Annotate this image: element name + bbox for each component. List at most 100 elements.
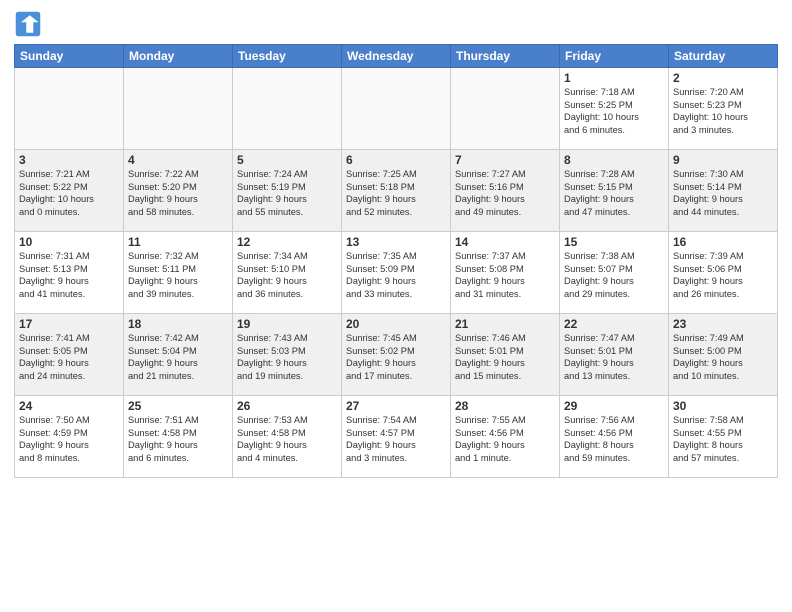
day-info: Sunrise: 7:30 AM Sunset: 5:14 PM Dayligh… [673,168,773,218]
calendar-cell: 11Sunrise: 7:32 AM Sunset: 5:11 PM Dayli… [124,232,233,314]
calendar-cell: 16Sunrise: 7:39 AM Sunset: 5:06 PM Dayli… [669,232,778,314]
calendar-cell: 13Sunrise: 7:35 AM Sunset: 5:09 PM Dayli… [342,232,451,314]
day-number: 17 [19,317,119,331]
day-info: Sunrise: 7:54 AM Sunset: 4:57 PM Dayligh… [346,414,446,464]
calendar-cell: 21Sunrise: 7:46 AM Sunset: 5:01 PM Dayli… [451,314,560,396]
weekday-header: Friday [560,45,669,68]
day-info: Sunrise: 7:45 AM Sunset: 5:02 PM Dayligh… [346,332,446,382]
day-number: 12 [237,235,337,249]
calendar-cell: 10Sunrise: 7:31 AM Sunset: 5:13 PM Dayli… [15,232,124,314]
day-number: 5 [237,153,337,167]
day-number: 21 [455,317,555,331]
calendar-week-row: 10Sunrise: 7:31 AM Sunset: 5:13 PM Dayli… [15,232,778,314]
day-number: 18 [128,317,228,331]
day-number: 9 [673,153,773,167]
calendar-cell: 2Sunrise: 7:20 AM Sunset: 5:23 PM Daylig… [669,68,778,150]
day-number: 6 [346,153,446,167]
calendar-cell: 26Sunrise: 7:53 AM Sunset: 4:58 PM Dayli… [233,396,342,478]
day-info: Sunrise: 7:31 AM Sunset: 5:13 PM Dayligh… [19,250,119,300]
day-number: 29 [564,399,664,413]
logo-icon [14,10,42,38]
day-number: 4 [128,153,228,167]
day-info: Sunrise: 7:22 AM Sunset: 5:20 PM Dayligh… [128,168,228,218]
day-info: Sunrise: 7:27 AM Sunset: 5:16 PM Dayligh… [455,168,555,218]
calendar-cell: 23Sunrise: 7:49 AM Sunset: 5:00 PM Dayli… [669,314,778,396]
calendar-cell: 9Sunrise: 7:30 AM Sunset: 5:14 PM Daylig… [669,150,778,232]
weekday-header: Tuesday [233,45,342,68]
calendar-cell: 15Sunrise: 7:38 AM Sunset: 5:07 PM Dayli… [560,232,669,314]
calendar-cell: 7Sunrise: 7:27 AM Sunset: 5:16 PM Daylig… [451,150,560,232]
day-number: 7 [455,153,555,167]
day-number: 14 [455,235,555,249]
weekday-header: Monday [124,45,233,68]
calendar-week-row: 24Sunrise: 7:50 AM Sunset: 4:59 PM Dayli… [15,396,778,478]
day-info: Sunrise: 7:25 AM Sunset: 5:18 PM Dayligh… [346,168,446,218]
day-info: Sunrise: 7:50 AM Sunset: 4:59 PM Dayligh… [19,414,119,464]
calendar-cell [124,68,233,150]
day-number: 25 [128,399,228,413]
calendar-cell: 6Sunrise: 7:25 AM Sunset: 5:18 PM Daylig… [342,150,451,232]
calendar-cell: 30Sunrise: 7:58 AM Sunset: 4:55 PM Dayli… [669,396,778,478]
weekday-header: Saturday [669,45,778,68]
day-number: 3 [19,153,119,167]
day-info: Sunrise: 7:21 AM Sunset: 5:22 PM Dayligh… [19,168,119,218]
day-number: 22 [564,317,664,331]
day-info: Sunrise: 7:49 AM Sunset: 5:00 PM Dayligh… [673,332,773,382]
day-number: 20 [346,317,446,331]
day-number: 11 [128,235,228,249]
calendar-cell: 24Sunrise: 7:50 AM Sunset: 4:59 PM Dayli… [15,396,124,478]
day-number: 8 [564,153,664,167]
calendar: SundayMondayTuesdayWednesdayThursdayFrid… [14,44,778,478]
day-number: 26 [237,399,337,413]
day-info: Sunrise: 7:35 AM Sunset: 5:09 PM Dayligh… [346,250,446,300]
calendar-cell: 4Sunrise: 7:22 AM Sunset: 5:20 PM Daylig… [124,150,233,232]
day-number: 19 [237,317,337,331]
weekday-header-row: SundayMondayTuesdayWednesdayThursdayFrid… [15,45,778,68]
calendar-cell: 8Sunrise: 7:28 AM Sunset: 5:15 PM Daylig… [560,150,669,232]
day-info: Sunrise: 7:28 AM Sunset: 5:15 PM Dayligh… [564,168,664,218]
day-info: Sunrise: 7:38 AM Sunset: 5:07 PM Dayligh… [564,250,664,300]
weekday-header: Thursday [451,45,560,68]
day-number: 30 [673,399,773,413]
day-number: 2 [673,71,773,85]
day-info: Sunrise: 7:43 AM Sunset: 5:03 PM Dayligh… [237,332,337,382]
day-number: 23 [673,317,773,331]
day-info: Sunrise: 7:37 AM Sunset: 5:08 PM Dayligh… [455,250,555,300]
calendar-cell [342,68,451,150]
calendar-cell: 5Sunrise: 7:24 AM Sunset: 5:19 PM Daylig… [233,150,342,232]
calendar-cell: 29Sunrise: 7:56 AM Sunset: 4:56 PM Dayli… [560,396,669,478]
day-info: Sunrise: 7:24 AM Sunset: 5:19 PM Dayligh… [237,168,337,218]
day-number: 10 [19,235,119,249]
day-info: Sunrise: 7:41 AM Sunset: 5:05 PM Dayligh… [19,332,119,382]
calendar-cell: 19Sunrise: 7:43 AM Sunset: 5:03 PM Dayli… [233,314,342,396]
calendar-cell: 25Sunrise: 7:51 AM Sunset: 4:58 PM Dayli… [124,396,233,478]
calendar-week-row: 17Sunrise: 7:41 AM Sunset: 5:05 PM Dayli… [15,314,778,396]
day-info: Sunrise: 7:47 AM Sunset: 5:01 PM Dayligh… [564,332,664,382]
day-info: Sunrise: 7:20 AM Sunset: 5:23 PM Dayligh… [673,86,773,136]
day-number: 13 [346,235,446,249]
calendar-cell: 1Sunrise: 7:18 AM Sunset: 5:25 PM Daylig… [560,68,669,150]
weekday-header: Wednesday [342,45,451,68]
day-number: 15 [564,235,664,249]
day-info: Sunrise: 7:39 AM Sunset: 5:06 PM Dayligh… [673,250,773,300]
day-info: Sunrise: 7:34 AM Sunset: 5:10 PM Dayligh… [237,250,337,300]
calendar-cell [15,68,124,150]
calendar-cell: 14Sunrise: 7:37 AM Sunset: 5:08 PM Dayli… [451,232,560,314]
calendar-cell: 17Sunrise: 7:41 AM Sunset: 5:05 PM Dayli… [15,314,124,396]
day-info: Sunrise: 7:56 AM Sunset: 4:56 PM Dayligh… [564,414,664,464]
calendar-cell: 28Sunrise: 7:55 AM Sunset: 4:56 PM Dayli… [451,396,560,478]
calendar-cell: 3Sunrise: 7:21 AM Sunset: 5:22 PM Daylig… [15,150,124,232]
day-info: Sunrise: 7:55 AM Sunset: 4:56 PM Dayligh… [455,414,555,464]
header [14,10,778,38]
day-number: 16 [673,235,773,249]
calendar-cell [233,68,342,150]
weekday-header: Sunday [15,45,124,68]
calendar-cell: 12Sunrise: 7:34 AM Sunset: 5:10 PM Dayli… [233,232,342,314]
day-info: Sunrise: 7:46 AM Sunset: 5:01 PM Dayligh… [455,332,555,382]
day-info: Sunrise: 7:42 AM Sunset: 5:04 PM Dayligh… [128,332,228,382]
day-number: 24 [19,399,119,413]
day-info: Sunrise: 7:58 AM Sunset: 4:55 PM Dayligh… [673,414,773,464]
calendar-cell: 22Sunrise: 7:47 AM Sunset: 5:01 PM Dayli… [560,314,669,396]
page-container: SundayMondayTuesdayWednesdayThursdayFrid… [0,0,792,486]
day-number: 27 [346,399,446,413]
